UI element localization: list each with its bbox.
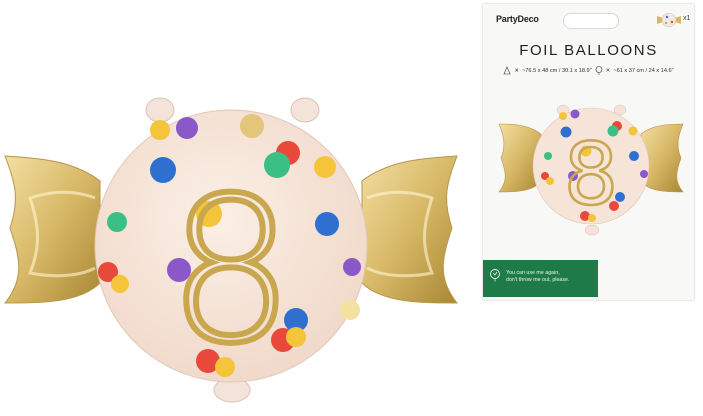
package-card: PartyDeco x1 FOIL BALLOONS ✕ ~76.5 x 48 … bbox=[483, 4, 694, 300]
candy-balloon-image: 8 bbox=[3, 97, 459, 403]
eco-line-2: don't throw me out, please. bbox=[506, 277, 570, 283]
package-number-8-glyph: 8 bbox=[564, 125, 619, 225]
reuse-balloon-icon bbox=[490, 269, 500, 282]
package-header: PartyDeco x1 bbox=[483, 4, 694, 42]
eco-message-box: You can use me again, don't throw me out… bbox=[483, 260, 598, 297]
hang-hole bbox=[563, 13, 619, 29]
dimensions-flat: ~61 x 37 cm / 24 x 14.6" bbox=[613, 67, 674, 74]
package-balloon-image: 8 bbox=[498, 104, 684, 236]
mini-balloon-icon bbox=[657, 12, 681, 28]
dimensions-inflated: ~76.5 x 48 cm / 30.1 x 18.9" bbox=[522, 67, 592, 74]
balloon-photo: 8 bbox=[0, 88, 462, 411]
dimensions-row: ✕ ~76.5 x 48 cm / 30.1 x 18.9" ✕ ~61 x 3… bbox=[483, 66, 694, 75]
inflated-balloon-icon bbox=[595, 66, 602, 75]
package-title: FOIL BALLOONS bbox=[519, 42, 658, 59]
arrows-icon: ✕ bbox=[514, 67, 520, 74]
flat-balloon-icon bbox=[503, 66, 511, 75]
quantity-label: x1 bbox=[683, 15, 691, 22]
arrows-icon: ✕ bbox=[605, 67, 611, 74]
number-8-glyph: 8 bbox=[167, 155, 294, 388]
brand-logo: PartyDeco bbox=[496, 14, 539, 24]
eco-text: You can use me again, don't throw me out… bbox=[506, 270, 594, 284]
eco-line-1: You can use me again, bbox=[506, 270, 560, 276]
